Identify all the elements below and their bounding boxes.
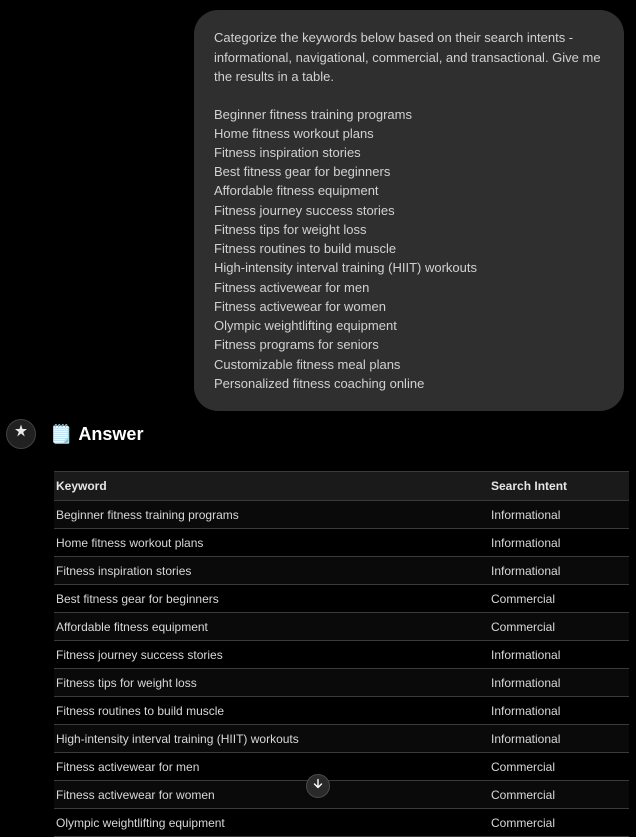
table-row: Fitness journey success stories Informat… xyxy=(54,641,629,669)
cell-intent: Commercial xyxy=(489,753,629,781)
keyword-item: Home fitness workout plans xyxy=(214,124,604,143)
table-row: Fitness routines to build muscle Informa… xyxy=(54,697,629,725)
cell-keyword: Home fitness workout plans xyxy=(54,529,489,557)
keyword-item: Fitness routines to build muscle xyxy=(214,239,604,258)
cell-intent: Informational xyxy=(489,669,629,697)
table-row: Fitness activewear for women Commercial xyxy=(54,781,629,809)
cell-intent: Commercial xyxy=(489,585,629,613)
keyword-item: Affordable fitness equipment xyxy=(214,181,604,200)
table-row: Fitness activewear for men Commercial xyxy=(54,753,629,781)
cell-keyword: Fitness inspiration stories xyxy=(54,557,489,585)
user-prompt-text: Categorize the keywords below based on t… xyxy=(214,28,604,87)
assistant-header: 🗒️ Answer xyxy=(6,419,626,449)
cell-keyword: Fitness activewear for women xyxy=(54,781,489,809)
cell-intent: Informational xyxy=(489,725,629,753)
cell-intent: Commercial xyxy=(489,613,629,641)
keyword-item: Fitness tips for weight loss xyxy=(214,220,604,239)
keyword-item: Beginner fitness training programs xyxy=(214,105,604,124)
table-row: Fitness tips for weight loss Information… xyxy=(54,669,629,697)
cell-keyword: Fitness journey success stories xyxy=(54,641,489,669)
keyword-item: Fitness programs for seniors xyxy=(214,335,604,354)
cell-keyword: Affordable fitness equipment xyxy=(54,613,489,641)
scroll-down-button[interactable] xyxy=(306,774,330,798)
keyword-list: Beginner fitness training programs Home … xyxy=(214,105,604,394)
table-row: Fitness inspiration stories Informationa… xyxy=(54,557,629,585)
keyword-item: Customizable fitness meal plans xyxy=(214,355,604,374)
answer-title-text: Answer xyxy=(78,424,143,445)
keyword-item: High-intensity interval training (HIIT) … xyxy=(214,258,604,277)
table-header-row: Keyword Search Intent xyxy=(54,472,629,501)
notepad-icon: 🗒️ xyxy=(50,424,72,445)
keyword-item: Best fitness gear for beginners xyxy=(214,162,604,181)
table-row: High-intensity interval training (HIIT) … xyxy=(54,725,629,753)
keyword-item: Fitness journey success stories xyxy=(214,201,604,220)
openai-logo-icon xyxy=(12,423,30,446)
cell-keyword: Fitness routines to build muscle xyxy=(54,697,489,725)
cell-keyword: Beginner fitness training programs xyxy=(54,501,489,529)
keyword-item: Fitness inspiration stories xyxy=(214,143,604,162)
cell-keyword: Fitness activewear for men xyxy=(54,753,489,781)
chat-container: Categorize the keywords below based on t… xyxy=(194,10,624,411)
table-row: Affordable fitness equipment Commercial xyxy=(54,613,629,641)
cell-intent: Informational xyxy=(489,697,629,725)
cell-intent: Informational xyxy=(489,557,629,585)
keyword-item: Olympic weightlifting equipment xyxy=(214,316,604,335)
keyword-item: Fitness activewear for women xyxy=(214,297,604,316)
arrow-down-icon xyxy=(311,777,325,796)
cell-keyword: High-intensity interval training (HIIT) … xyxy=(54,725,489,753)
answer-title-container: 🗒️ Answer xyxy=(50,424,143,445)
table-header-keyword: Keyword xyxy=(54,472,489,501)
table-row: Best fitness gear for beginners Commerci… xyxy=(54,585,629,613)
table-row: Beginner fitness training programs Infor… xyxy=(54,501,629,529)
cell-intent: Commercial xyxy=(489,781,629,809)
cell-keyword: Fitness tips for weight loss xyxy=(54,669,489,697)
keyword-item: Fitness activewear for men xyxy=(214,278,604,297)
cell-intent: Informational xyxy=(489,529,629,557)
table-header-intent: Search Intent xyxy=(489,472,629,501)
cell-intent: Informational xyxy=(489,641,629,669)
table-row: Home fitness workout plans Informational xyxy=(54,529,629,557)
cell-keyword: Best fitness gear for beginners xyxy=(54,585,489,613)
assistant-avatar xyxy=(6,419,36,449)
results-table: Keyword Search Intent Beginner fitness t… xyxy=(54,471,629,837)
user-message: Categorize the keywords below based on t… xyxy=(194,10,624,411)
cell-intent: Informational xyxy=(489,501,629,529)
keyword-item: Personalized fitness coaching online xyxy=(214,374,604,393)
